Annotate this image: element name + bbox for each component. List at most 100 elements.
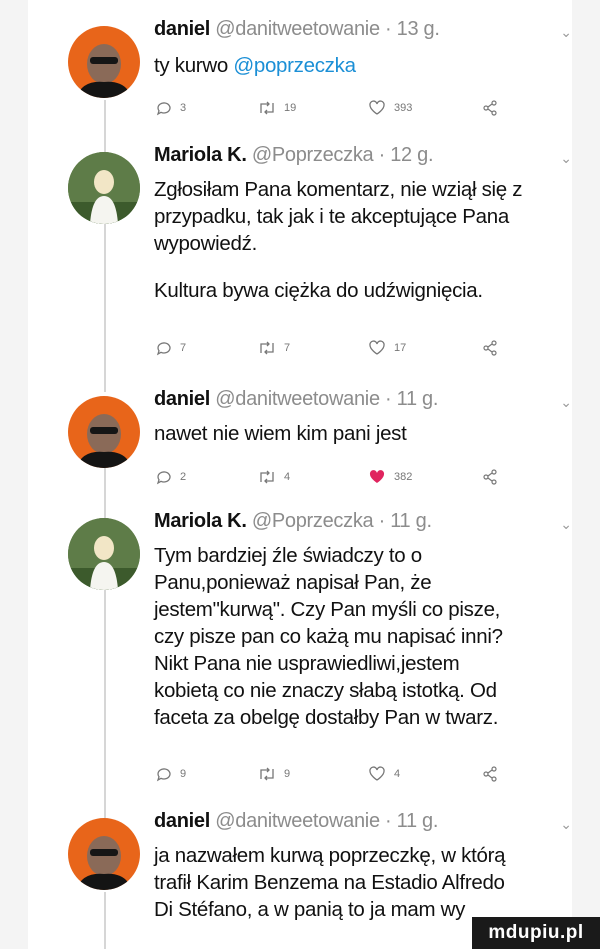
reply-icon — [156, 471, 171, 485]
text-line: trafił Karim Benzema na Estadio Alfredo — [154, 871, 505, 894]
tweet-header: Mariola K. @Poprzeczka · 11 g. — [154, 510, 432, 533]
tweet-text: ty kurwo @poprzeczka — [154, 52, 544, 79]
tweet-header: daniel @danitweetowanie · 13 g. — [154, 18, 440, 41]
heart-outline-icon — [369, 340, 385, 355]
chevron-down-icon[interactable]: ⌄ — [560, 394, 572, 411]
reply-button[interactable]: 9 — [156, 766, 186, 782]
avatar[interactable] — [68, 396, 140, 468]
tweet-text: ja nazwałem kurwą poprzeczkę, w którą tr… — [154, 842, 544, 923]
text-line: czy pisze pan co każą mu napisać inni? — [154, 625, 503, 648]
chevron-down-icon[interactable]: ⌄ — [560, 150, 572, 167]
text-line: Panu,ponieważ napisał Pan, że — [154, 571, 432, 594]
reply-icon — [156, 342, 171, 356]
tweet[interactable]: Mariola K. @Poprzeczka · 12 g. ⌄ Zgłosił… — [28, 144, 572, 374]
like-button[interactable]: 393 — [368, 100, 412, 116]
handle-time: @danitweetowanie · 11 g. — [215, 388, 439, 410]
tweet[interactable]: Mariola K. @Poprzeczka · 11 g. ⌄ Tym bar… — [28, 510, 572, 796]
text-line: przypadku, tak jak i te akceptujące Pana — [154, 205, 509, 228]
reply-button[interactable]: 3 — [156, 100, 186, 116]
share-button[interactable] — [482, 340, 498, 356]
retweet-button[interactable]: 19 — [258, 100, 296, 116]
avatar[interactable] — [68, 26, 140, 98]
reply-button[interactable]: 7 — [156, 340, 186, 356]
share-icon — [483, 766, 497, 782]
tweet-text: nawet nie wiem kim pani jest — [154, 420, 544, 447]
like-button[interactable]: 17 — [368, 340, 406, 356]
mention-link[interactable]: @poprzeczka — [233, 54, 356, 77]
like-count: 382 — [394, 471, 413, 483]
tweet[interactable]: daniel @danitweetowanie · 11 g. ⌄ nawet … — [28, 388, 572, 498]
tweet-actions: 7 7 17 — [156, 340, 498, 360]
text-line: kobietą co nie znaczy słabą istotką. Od — [154, 679, 497, 702]
text-line: ja nazwałem kurwą poprzeczkę, w którą — [154, 844, 506, 867]
tweet-header: daniel @danitweetowanie · 11 g. — [154, 388, 438, 411]
text-line: faceta za obelgę dostałby Pan w twarz. — [154, 706, 499, 729]
twitter-thread: daniel @danitweetowanie · 13 g. ⌄ ty kur… — [28, 0, 572, 949]
handle-time: @Poprzeczka · 12 g. — [251, 144, 434, 166]
text-line: Kultura bywa ciężka do udźwignięcia. — [154, 279, 483, 302]
handle-time: @danitweetowanie · 13 g. — [215, 18, 440, 40]
retweet-icon — [260, 341, 274, 355]
display-name[interactable]: daniel — [154, 388, 210, 410]
share-button[interactable] — [482, 100, 498, 116]
text-line: nawet nie wiem kim pani jest — [154, 422, 407, 445]
handle-time: @danitweetowanie · 11 g. — [215, 810, 439, 832]
tweet-header: Mariola K. @Poprzeczka · 12 g. — [154, 144, 434, 167]
share-icon — [483, 340, 497, 356]
reply-button[interactable]: 2 — [156, 469, 186, 485]
handle-time: @Poprzeczka · 11 g. — [251, 510, 432, 532]
text-line: jestem"kurwą". Czy Pan myśli co pisze, — [154, 598, 501, 621]
like-button[interactable]: 4 — [368, 766, 400, 782]
share-icon — [483, 469, 497, 485]
display-name[interactable]: Mariola K. — [154, 144, 247, 166]
retweet-count: 4 — [284, 471, 291, 483]
reply-count: 3 — [180, 102, 187, 114]
text-line: Nikt Pana nie usprawiedliwi,jestem — [154, 652, 460, 675]
chevron-down-icon[interactable]: ⌄ — [560, 24, 572, 41]
text-line: wypowiedź. — [154, 232, 257, 255]
like-count: 17 — [394, 342, 407, 354]
tweet-header: daniel @danitweetowanie · 11 g. — [154, 810, 438, 833]
tweet-actions: 2 4 382 — [156, 469, 498, 489]
retweet-button[interactable]: 9 — [258, 766, 290, 782]
tweet-text: Tym bardziej źle świadczy to o Panu,poni… — [154, 542, 544, 731]
display-name[interactable]: daniel — [154, 18, 210, 40]
display-name[interactable]: daniel — [154, 810, 210, 832]
retweet-button[interactable]: 7 — [258, 340, 290, 356]
text-line: Zgłosiłam Pana komentarz, nie wziął się … — [154, 178, 523, 201]
tweet-actions: 9 9 4 — [156, 766, 498, 786]
retweet-button[interactable]: 4 — [258, 469, 290, 485]
like-button[interactable]: 382 — [368, 469, 412, 485]
retweet-icon — [260, 101, 274, 115]
retweet-count: 7 — [284, 342, 291, 354]
heart-outline-icon — [369, 766, 385, 781]
chevron-down-icon[interactable]: ⌄ — [560, 516, 572, 533]
tweet-text-content: ty kurwo — [154, 54, 228, 77]
tweet-text: Zgłosiłam Pana komentarz, nie wziął się … — [154, 176, 544, 304]
retweet-icon — [260, 470, 274, 484]
watermark-logo: mdupiu.pl — [472, 917, 600, 949]
text-line: Tym bardziej źle świadczy to o — [154, 544, 422, 567]
avatar[interactable] — [68, 152, 140, 224]
reply-count: 2 — [180, 471, 187, 483]
share-icon — [483, 100, 497, 116]
like-count: 4 — [394, 768, 401, 780]
retweet-count: 19 — [284, 102, 297, 114]
tweet[interactable]: daniel @danitweetowanie · 13 g. ⌄ ty kur… — [28, 18, 572, 138]
reply-count: 9 — [180, 768, 187, 780]
avatar[interactable] — [68, 518, 140, 590]
retweet-count: 9 — [284, 768, 291, 780]
reply-icon — [156, 768, 171, 782]
share-button[interactable] — [482, 469, 498, 485]
reply-icon — [156, 102, 171, 116]
tweet-actions: 3 19 393 — [156, 100, 498, 120]
heart-outline-icon — [369, 100, 385, 115]
display-name[interactable]: Mariola K. — [154, 510, 247, 532]
chevron-down-icon[interactable]: ⌄ — [560, 816, 572, 833]
retweet-icon — [260, 767, 274, 781]
heart-filled-icon — [369, 470, 385, 483]
share-button[interactable] — [482, 766, 498, 782]
like-count: 393 — [394, 102, 413, 114]
avatar[interactable] — [68, 818, 140, 890]
reply-count: 7 — [180, 342, 187, 354]
